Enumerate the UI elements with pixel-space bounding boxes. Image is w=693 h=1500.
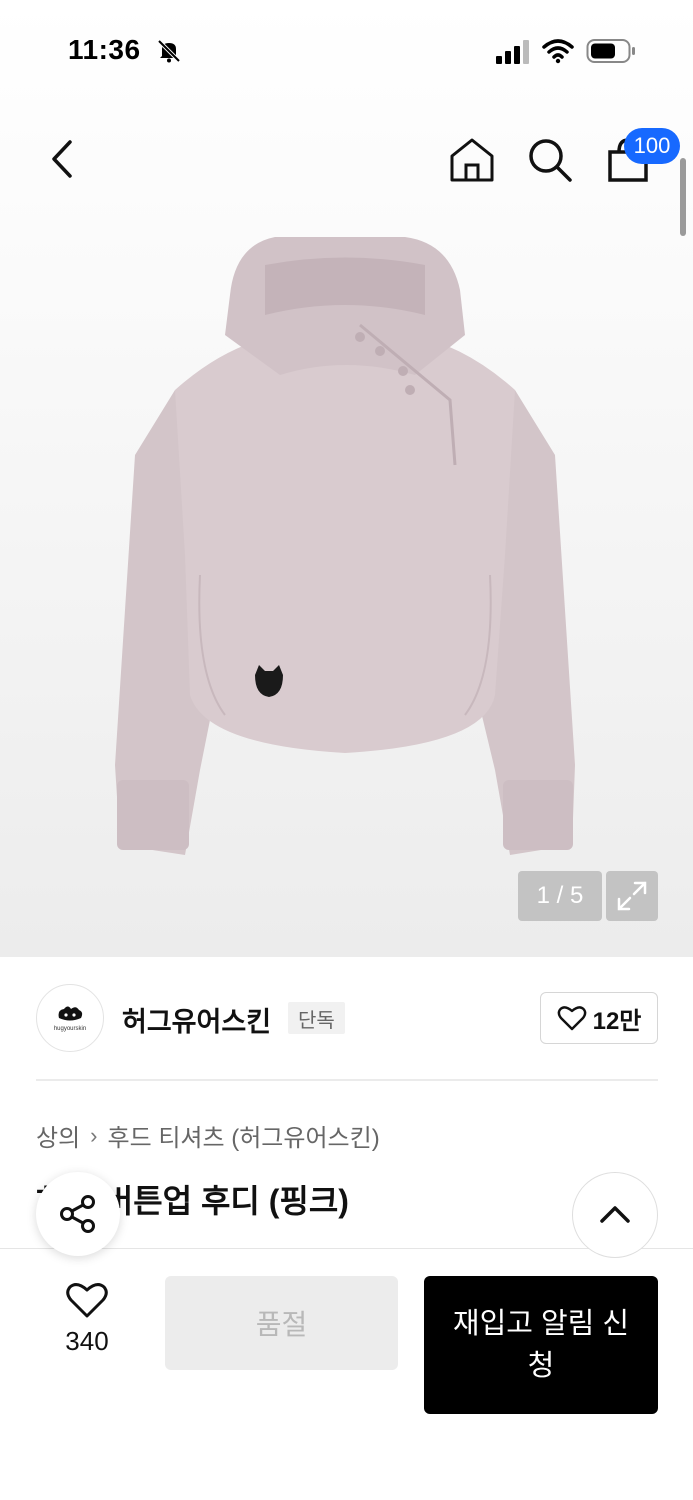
chevron-right-icon: › <box>90 1122 98 1148</box>
scroll-indicator <box>680 158 686 236</box>
share-button[interactable] <box>36 1172 120 1256</box>
breadcrumb-category[interactable]: 상의 <box>36 1118 80 1153</box>
expand-arrows-icon <box>617 881 647 911</box>
cart-count-badge: 100 <box>624 128 680 164</box>
cellular-signal-icon <box>496 40 529 64</box>
wifi-icon <box>542 39 574 64</box>
heart-icon <box>66 1283 108 1318</box>
share-icon <box>60 1195 95 1233</box>
product-image-gallery[interactable] <box>0 0 693 957</box>
brand-logo-mark <box>58 1006 83 1021</box>
expand-image-button[interactable] <box>606 871 658 921</box>
brand-logo-text: hugyourskin <box>53 1026 87 1032</box>
exclusive-badge: 단독 <box>288 1002 345 1034</box>
wishlist-button[interactable]: 340 <box>46 1280 128 1357</box>
breadcrumb: 상의 › 후드 티셔츠 (허그유어스킨) <box>36 1118 380 1153</box>
chevron-up-icon <box>600 1206 630 1223</box>
status-time: 11:36 <box>68 34 141 65</box>
divider <box>36 1079 658 1081</box>
brand-logo[interactable]: hugyourskin <box>36 984 104 1052</box>
home-icon[interactable] <box>446 134 498 186</box>
search-icon[interactable] <box>524 134 576 186</box>
soldout-button: 품절 <box>165 1276 398 1370</box>
breadcrumb-subcategory[interactable]: 후드 티셔츠 (허그유어스킨) <box>108 1118 380 1153</box>
image-page-counter: 1 / 5 <box>518 871 602 921</box>
brand-like-count: 12만 <box>592 1007 642 1035</box>
heart-icon <box>557 1006 586 1031</box>
back-arrow-icon[interactable] <box>40 136 86 182</box>
wishlist-count: 340 <box>65 1326 109 1356</box>
brand-name-link[interactable]: 허그유어스킨 <box>122 1000 271 1039</box>
brand-like-button[interactable]: 12만 <box>540 992 658 1044</box>
bell-off-icon <box>157 39 181 63</box>
restock-alert-button[interactable]: 재입고 알림 신청 <box>424 1276 658 1414</box>
scroll-to-top-button[interactable] <box>572 1172 658 1258</box>
status-bar: 11:36 <box>0 0 693 100</box>
product-image-hoodie <box>115 237 575 855</box>
battery-icon <box>586 39 635 63</box>
